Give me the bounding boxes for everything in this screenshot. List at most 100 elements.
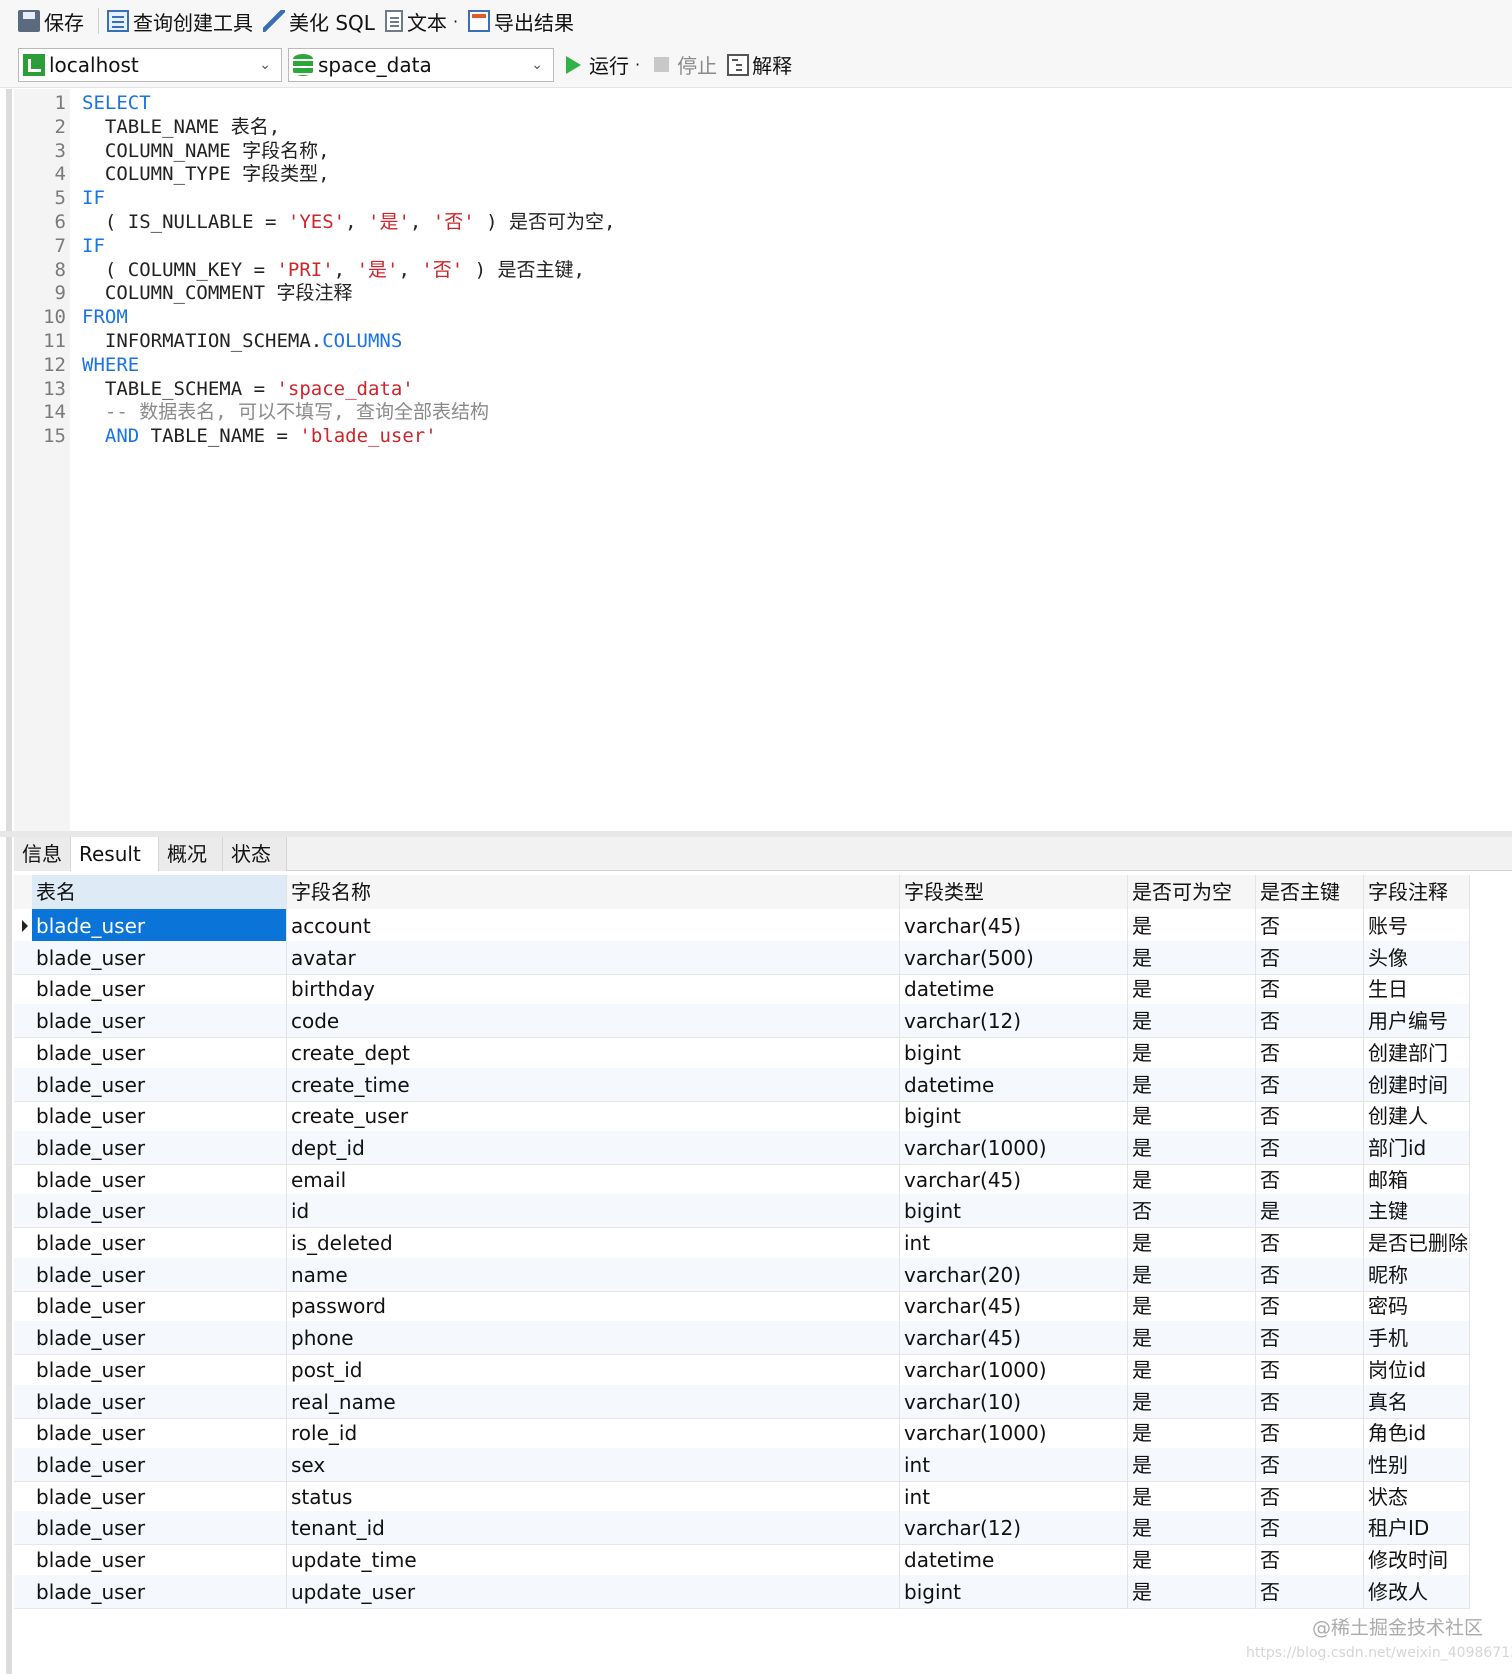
- table-cell[interactable]: birthday: [287, 972, 900, 1007]
- table-cell[interactable]: blade_user: [32, 972, 287, 1007]
- column-header[interactable]: 表名: [32, 875, 287, 909]
- table-cell[interactable]: 否: [1128, 1194, 1256, 1229]
- table-cell[interactable]: role_id: [287, 1416, 900, 1451]
- table-cell[interactable]: name: [287, 1257, 900, 1292]
- save-button[interactable]: 保存: [16, 4, 92, 38]
- row-indicator[interactable]: [14, 1385, 32, 1419]
- column-header[interactable]: 字段类型: [900, 875, 1128, 909]
- table-cell[interactable]: bigint: [900, 1035, 1128, 1070]
- row-indicator[interactable]: [14, 1353, 32, 1387]
- row-indicator[interactable]: [14, 1321, 32, 1355]
- table-cell[interactable]: 是: [1128, 1289, 1256, 1324]
- table-cell[interactable]: varchar(1000): [900, 1352, 1128, 1387]
- table-cell[interactable]: int: [900, 1447, 1128, 1482]
- table-row[interactable]: blade_user account varchar(45) 是否账号: [14, 909, 1470, 943]
- tab-overview[interactable]: 概况: [159, 837, 223, 871]
- table-cell[interactable]: datetime: [900, 1067, 1128, 1102]
- table-cell[interactable]: 状态: [1364, 1479, 1470, 1514]
- table-cell[interactable]: 否: [1256, 1321, 1364, 1356]
- table-cell[interactable]: 手机: [1364, 1321, 1470, 1356]
- table-cell[interactable]: 是: [1128, 1130, 1256, 1165]
- table-cell[interactable]: blade_user: [32, 1162, 287, 1197]
- table-cell[interactable]: 是: [1128, 1384, 1256, 1419]
- table-cell[interactable]: create_time: [287, 1067, 900, 1102]
- table-row[interactable]: blade_user code varchar(12) 是否用户编号: [14, 1004, 1470, 1039]
- table-cell[interactable]: varchar(1000): [900, 1416, 1128, 1451]
- table-cell[interactable]: 是: [1128, 1416, 1256, 1451]
- table-cell[interactable]: varchar(45): [900, 1321, 1128, 1356]
- table-cell[interactable]: 否: [1256, 1035, 1364, 1070]
- table-cell[interactable]: 否: [1256, 1226, 1364, 1260]
- table-cell[interactable]: bigint: [900, 1194, 1128, 1229]
- table-cell[interactable]: 账号: [1364, 909, 1470, 943]
- table-cell[interactable]: blade_user: [32, 1067, 287, 1102]
- stop-button[interactable]: 停止: [640, 50, 717, 79]
- run-button[interactable]: 运行 ·: [566, 50, 640, 79]
- table-cell[interactable]: 否: [1256, 1162, 1364, 1197]
- table-cell[interactable]: 是: [1128, 1321, 1256, 1356]
- table-cell[interactable]: password: [287, 1289, 900, 1324]
- table-cell[interactable]: 是: [1128, 1352, 1256, 1387]
- table-cell[interactable]: 是: [1128, 1067, 1256, 1102]
- table-cell[interactable]: varchar(45): [900, 1162, 1128, 1197]
- table-cell[interactable]: 邮箱: [1364, 1162, 1470, 1197]
- table-cell[interactable]: bigint: [900, 1099, 1128, 1134]
- sql-editor[interactable]: 1 SELECT 2 TABLE_NAME 表名, 3 COLUMN_NAME 字段名…: [0, 89, 1512, 831]
- table-row[interactable]: blade_user create_user bigint 是否创建人: [14, 1099, 1470, 1134]
- table-cell[interactable]: 性别: [1364, 1447, 1470, 1482]
- table-cell[interactable]: 否: [1256, 1574, 1364, 1609]
- table-cell[interactable]: real_name: [287, 1384, 900, 1419]
- table-cell[interactable]: 租户ID: [1364, 1511, 1470, 1546]
- table-cell[interactable]: blade_user: [32, 1035, 287, 1070]
- table-cell[interactable]: 否: [1256, 1289, 1364, 1324]
- table-cell[interactable]: 是: [1128, 1004, 1256, 1039]
- table-cell[interactable]: int: [900, 1479, 1128, 1514]
- table-row[interactable]: blade_user sex int 是否性别: [14, 1447, 1470, 1482]
- tab-info[interactable]: 信息: [14, 837, 71, 871]
- table-cell[interactable]: 是: [1128, 972, 1256, 1007]
- text-button[interactable]: 文本 ·: [383, 4, 466, 38]
- column-header[interactable]: 是否主键: [1256, 875, 1364, 909]
- row-indicator[interactable]: [14, 972, 32, 1006]
- row-indicator[interactable]: [14, 1543, 32, 1577]
- table-cell[interactable]: 是: [1128, 1479, 1256, 1514]
- table-cell[interactable]: blade_user: [32, 940, 287, 975]
- table-cell[interactable]: 否: [1256, 1447, 1364, 1482]
- row-indicator[interactable]: [14, 1289, 32, 1323]
- table-cell[interactable]: 是: [1128, 1543, 1256, 1577]
- table-cell[interactable]: 是: [1128, 1574, 1256, 1609]
- row-indicator[interactable]: [14, 909, 32, 943]
- table-cell[interactable]: 创建部门: [1364, 1035, 1470, 1070]
- table-cell[interactable]: blade_user: [32, 909, 287, 943]
- column-header[interactable]: 字段注释: [1364, 875, 1470, 909]
- table-cell[interactable]: 角色id: [1364, 1416, 1470, 1451]
- table-cell[interactable]: 真名: [1364, 1384, 1470, 1419]
- table-cell[interactable]: 否: [1256, 1257, 1364, 1292]
- table-cell[interactable]: varchar(20): [900, 1257, 1128, 1292]
- table-cell[interactable]: 头像: [1364, 940, 1470, 975]
- table-cell[interactable]: post_id: [287, 1352, 900, 1387]
- table-cell[interactable]: 否: [1256, 1352, 1364, 1387]
- table-cell[interactable]: blade_user: [32, 1416, 287, 1451]
- table-row[interactable]: blade_user dept_id varchar(1000) 是否部门id: [14, 1130, 1470, 1165]
- table-cell[interactable]: varchar(12): [900, 1004, 1128, 1039]
- table-cell[interactable]: varchar(500): [900, 940, 1128, 975]
- table-cell[interactable]: blade_user: [32, 1543, 287, 1577]
- table-cell[interactable]: 否: [1256, 1384, 1364, 1419]
- table-row[interactable]: blade_user birthday datetime 是否生日: [14, 972, 1470, 1007]
- table-cell[interactable]: 是: [1128, 1511, 1256, 1546]
- table-cell[interactable]: 是: [1128, 1035, 1256, 1070]
- query-builder-button[interactable]: 查询创建工具: [105, 4, 261, 38]
- row-indicator[interactable]: [14, 1575, 32, 1609]
- table-cell[interactable]: 否: [1256, 1067, 1364, 1102]
- row-indicator[interactable]: [14, 941, 32, 975]
- table-cell[interactable]: varchar(45): [900, 909, 1128, 943]
- connection-select[interactable]: localhost ⌄: [18, 47, 282, 82]
- table-cell[interactable]: 修改时间: [1364, 1543, 1470, 1577]
- table-cell[interactable]: 是否已删除: [1364, 1226, 1470, 1260]
- table-row[interactable]: blade_user update_time datetime 是否修改时间: [14, 1543, 1470, 1577]
- row-indicator[interactable]: [14, 1258, 32, 1292]
- table-cell[interactable]: blade_user: [32, 1574, 287, 1609]
- table-cell[interactable]: 用户编号: [1364, 1004, 1470, 1039]
- table-cell[interactable]: datetime: [900, 972, 1128, 1007]
